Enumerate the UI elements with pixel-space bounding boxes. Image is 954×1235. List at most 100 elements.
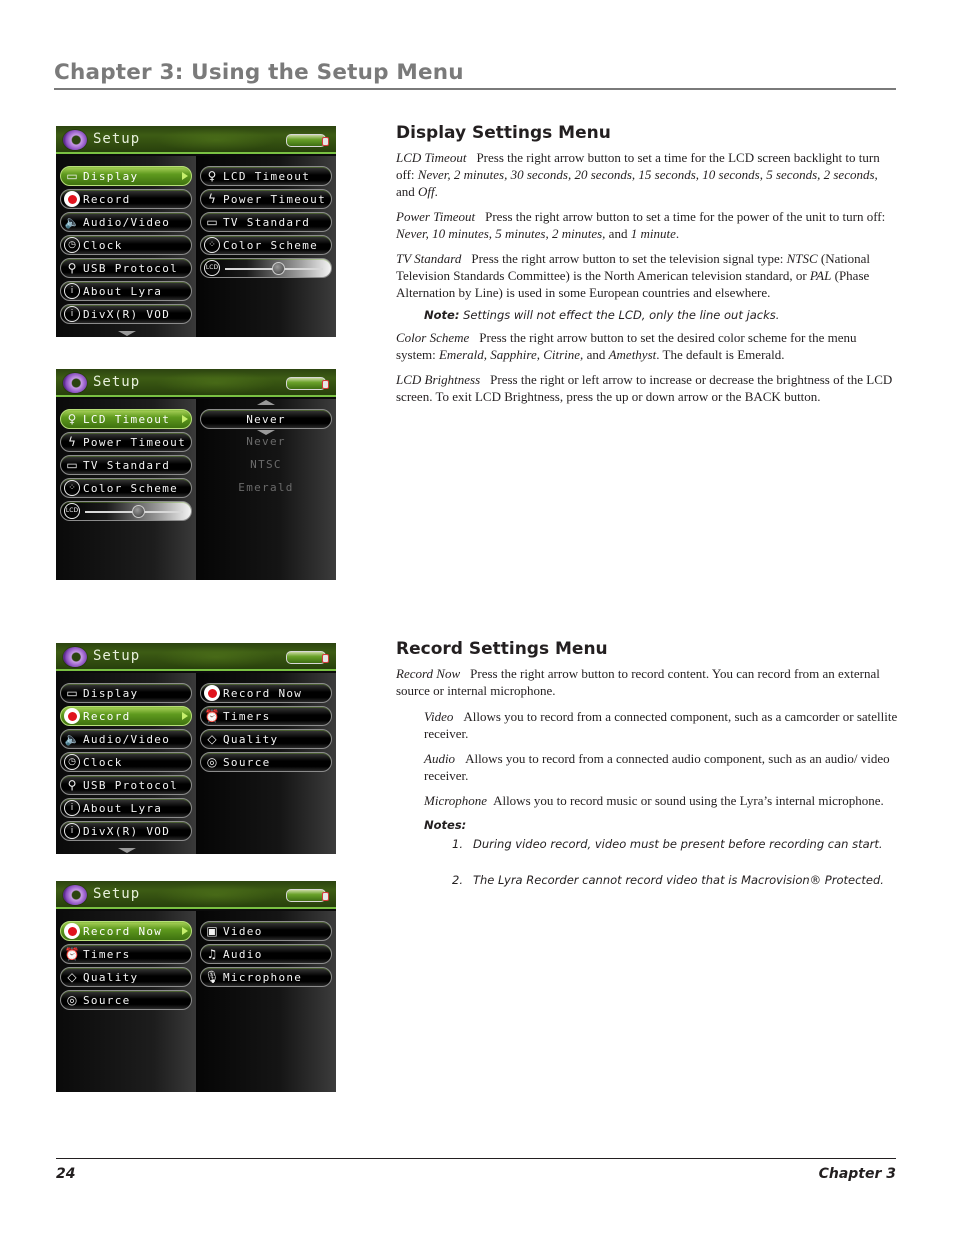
- menu-right-column: ♀ LCD Timeout ϟ Power Timeout ▭ TV Standard…: [196, 156, 336, 337]
- menu-item-lcd-timeout[interactable]: ♀ LCD Timeout: [60, 409, 192, 429]
- section-heading-record: Record Settings Menu: [396, 639, 608, 659]
- text: Press the right arrow button to record c…: [396, 666, 880, 698]
- info-icon: i: [64, 800, 80, 816]
- menu-item-audio-video[interactable]: 🔈 Audio/Video: [60, 729, 192, 749]
- scroll-down-icon[interactable]: [118, 848, 136, 853]
- submenu-item-record-now[interactable]: Record Now: [200, 683, 332, 703]
- record-icon: [204, 685, 220, 701]
- submenu-item-audio[interactable]: ♫ Audio: [200, 944, 332, 964]
- term: Record Now: [396, 666, 461, 681]
- lcd-brightness-icon: LCD: [204, 260, 220, 276]
- menu-item-label: Video: [223, 924, 263, 938]
- menu-item-color-scheme[interactable]: ⁘ Color Scheme: [60, 478, 192, 498]
- menu-item-label: Timers: [223, 709, 271, 723]
- audio-description: Audio Allows you to record from a connect…: [424, 750, 898, 784]
- submenu-item-lcd-timeout[interactable]: ♀ LCD Timeout: [200, 166, 332, 186]
- tv-standard-note: Note: Settings will not effect the LCD, …: [424, 308, 898, 322]
- note-number: 2.: [452, 873, 463, 887]
- palette-icon: ⁘: [204, 237, 220, 253]
- menu-item-about-lyra[interactable]: i About Lyra: [60, 798, 192, 818]
- menu-item-label: Source: [223, 755, 271, 769]
- menu-item-record-now[interactable]: Record Now: [60, 921, 192, 941]
- menu-item-display[interactable]: ▭ Display: [60, 683, 192, 703]
- setup-screen-display: Setup ▭ Display Record 🔈 Audio/Video ◷ Cloc…: [56, 126, 336, 337]
- submenu-item-source[interactable]: ◎ Source: [200, 752, 332, 772]
- submenu-item-video[interactable]: ▣ Video: [200, 921, 332, 941]
- menu-item-tv-standard[interactable]: ▭ TV Standard: [60, 455, 192, 475]
- menu-item-label: Record Now: [83, 924, 163, 938]
- lightning-icon: ϟ: [208, 192, 216, 206]
- tv-standard-description: TV Standard Press the right arrow button …: [396, 250, 898, 301]
- text: Allows you to record music or sound usin…: [493, 793, 884, 808]
- submenu-item-color-scheme[interactable]: ⁘ Color Scheme: [200, 235, 332, 255]
- note-item: 1. During video record, video must be pre…: [424, 837, 898, 852]
- menu-item-clock[interactable]: ◷ Clock: [60, 235, 192, 255]
- menu-item-clock[interactable]: ◷ Clock: [60, 752, 192, 772]
- submenu-item-microphone[interactable]: 🎙 Microphone: [200, 967, 332, 987]
- menu-item-record[interactable]: Record: [60, 189, 192, 209]
- menu-item-label: TV Standard: [83, 458, 171, 472]
- source-icon: ◎: [66, 993, 78, 1007]
- menu-item-audio-video[interactable]: 🔈 Audio/Video: [60, 212, 192, 232]
- option: 1 minute: [630, 226, 676, 241]
- text: and: [605, 226, 631, 241]
- text: Allows you to record from a connected au…: [424, 751, 890, 783]
- menu-item-quality[interactable]: ◇ Quality: [60, 967, 192, 987]
- microphone-description: Microphone Allows you to record music or …: [424, 792, 898, 809]
- battery-icon: [286, 134, 329, 147]
- scroll-up-icon[interactable]: [257, 400, 275, 405]
- screen-title: Setup: [93, 648, 141, 664]
- option: Amethyst: [608, 347, 657, 362]
- video-camera-icon: ▣: [206, 924, 218, 938]
- submenu-item-power-timeout[interactable]: ϟ Power Timeout: [200, 189, 332, 209]
- page-number: 24: [56, 1166, 76, 1182]
- menu-item-display[interactable]: ▭ Display: [60, 166, 192, 186]
- note-label: Note:: [424, 308, 460, 322]
- slider-knob[interactable]: [131, 505, 145, 518]
- note-text: The Lyra Recorder cannot record video th…: [472, 873, 884, 887]
- note-text: During video record, video must be prese…: [472, 837, 883, 851]
- notes-label: Notes:: [424, 818, 467, 832]
- record-icon: [64, 923, 80, 939]
- term: Color Scheme: [396, 330, 470, 345]
- submenu-item-timers[interactable]: ⏰ Timers: [200, 706, 332, 726]
- menu-item-label: Audio/Video: [83, 215, 171, 229]
- menu-item-divx-vod[interactable]: i DivX(R) VOD: [60, 821, 192, 841]
- scroll-down-icon[interactable]: [118, 331, 136, 336]
- value-column: Never Never NTSC Emerald: [196, 399, 336, 580]
- setup-screen-record-now: Setup Record Now ⏰ Timers ◇ Quality ◎ Sourc…: [56, 881, 336, 1092]
- menu-item-label: Display: [83, 686, 139, 700]
- submenu-item-quality[interactable]: ◇ Quality: [200, 729, 332, 749]
- lcd-brightness-slider[interactable]: LCD: [200, 258, 332, 278]
- menu-item-divx-vod[interactable]: i DivX(R) VOD: [60, 304, 192, 324]
- menu-item-about-lyra[interactable]: i About Lyra: [60, 281, 192, 301]
- note-item: 2. The Lyra Recorder cannot record video …: [424, 873, 898, 888]
- menu-item-label: About Lyra: [83, 801, 163, 815]
- menu-item-record[interactable]: Record: [60, 706, 192, 726]
- menu-item-label: Audio/Video: [83, 732, 171, 746]
- gear-icon: [63, 885, 87, 905]
- options: Never, 2 minutes, 30 seconds, 20 seconds…: [417, 167, 878, 182]
- selected-value[interactable]: Never: [200, 409, 332, 429]
- menu-item-usb-protocol[interactable]: ⚲ USB Protocol: [60, 258, 192, 278]
- lightbulb-icon: ♀: [67, 412, 77, 426]
- diamond-icon: ◇: [207, 732, 217, 746]
- lcd-timeout-description: LCD Timeout Press the right arrow button …: [396, 149, 898, 200]
- lightbulb-icon: ♀: [207, 169, 217, 183]
- lcd-brightness-slider[interactable]: LCD: [60, 501, 192, 521]
- menu-item-label: Color Scheme: [223, 238, 319, 252]
- setup-screen-record: Setup ▭ Display Record 🔈 Audio/Video ◷ Cloc…: [56, 643, 336, 854]
- text: Press the right arrow button to set the …: [471, 251, 787, 266]
- menu-item-usb-protocol[interactable]: ⚲ USB Protocol: [60, 775, 192, 795]
- lcd-brightness-icon: LCD: [64, 503, 80, 519]
- slider-knob[interactable]: [271, 262, 285, 275]
- tv-icon: ▭: [66, 458, 78, 472]
- submenu-item-tv-standard[interactable]: ▭ TV Standard: [200, 212, 332, 232]
- menu-item-power-timeout[interactable]: ϟ Power Timeout: [60, 432, 192, 452]
- menu-item-source[interactable]: ◎ Source: [60, 990, 192, 1010]
- menu-item-label: USB Protocol: [83, 778, 179, 792]
- menu-item-timers[interactable]: ⏰ Timers: [60, 944, 192, 964]
- record-now-description: Record Now Press the right arrow button t…: [396, 665, 898, 699]
- video-description: Video Allows you to record from a connect…: [424, 708, 898, 742]
- text: .: [434, 184, 438, 199]
